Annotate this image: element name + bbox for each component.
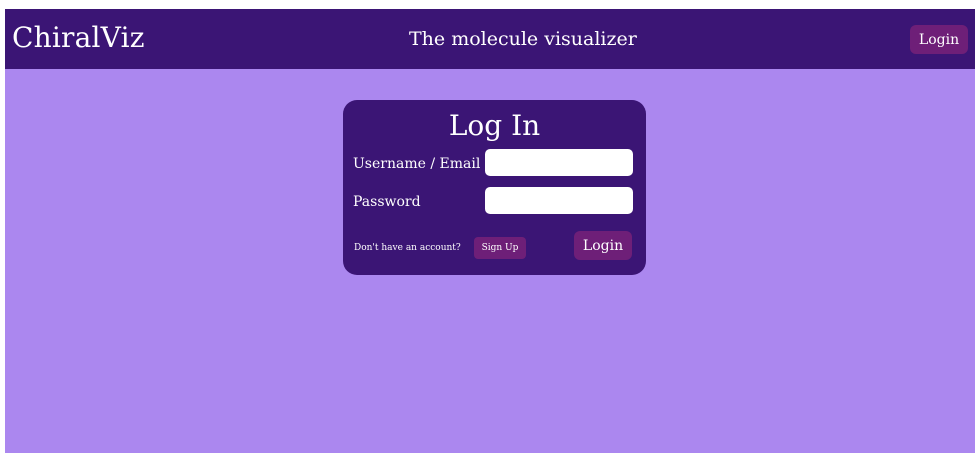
- password-input[interactable]: [485, 187, 633, 214]
- brand-logo[interactable]: ChiralViz: [12, 21, 145, 55]
- page-tagline: The molecule visualizer: [409, 28, 637, 50]
- navbar: ChiralViz The molecule visualizer Login: [5, 9, 975, 69]
- username-label: Username / Email: [353, 156, 481, 172]
- sign-up-button[interactable]: Sign Up: [474, 237, 526, 259]
- login-submit-button[interactable]: Login: [574, 231, 632, 260]
- page-background: ChiralViz The molecule visualizer Login …: [5, 9, 975, 453]
- login-card: Log In Username / Email Password Don't h…: [343, 100, 646, 275]
- login-title: Log In: [448, 109, 541, 142]
- password-label: Password: [353, 194, 421, 210]
- no-account-text: Don't have an account?: [354, 243, 461, 253]
- username-input[interactable]: [485, 149, 633, 176]
- nav-login-button[interactable]: Login: [910, 25, 968, 54]
